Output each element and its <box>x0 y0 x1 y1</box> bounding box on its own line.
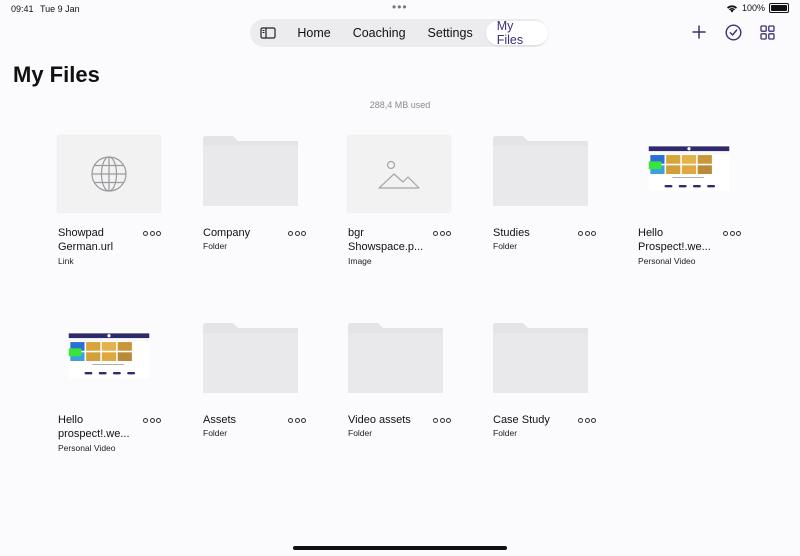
storage-usage: 288,4 MB used <box>369 100 431 110</box>
more-options-button[interactable] <box>143 229 161 237</box>
file-kind: Folder <box>348 428 373 438</box>
toolbar-actions <box>690 23 776 41</box>
home-indicator[interactable] <box>293 546 507 550</box>
status-time: 09:41 <box>11 4 34 14</box>
more-options-button[interactable] <box>433 416 451 424</box>
image-placeholder-icon <box>378 160 420 189</box>
file-name: Hello prospect!.we... <box>58 414 130 440</box>
page-title: My Files <box>13 62 100 87</box>
file-tile[interactable]: Hello Prospect!.we... Personal Video <box>628 130 753 280</box>
folder-icon <box>493 136 588 206</box>
status-right: 100% <box>726 3 789 13</box>
more-options-button[interactable] <box>288 229 306 237</box>
file-tile[interactable]: Studies Folder <box>483 130 608 280</box>
battery-icon <box>769 3 789 13</box>
file-name: Company <box>203 227 251 239</box>
file-tile[interactable]: Company Folder <box>193 130 318 280</box>
file-kind: Personal Video <box>638 256 696 266</box>
folder-icon <box>493 323 588 393</box>
status-date: Tue 9 Jan <box>40 4 80 14</box>
select-button[interactable] <box>724 23 742 41</box>
grid-view-button[interactable] <box>758 23 776 41</box>
file-kind: Personal Video <box>58 443 116 453</box>
more-options-button[interactable] <box>723 229 741 237</box>
file-tile[interactable]: Assets Folder <box>193 317 318 467</box>
file-kind: Folder <box>203 241 228 251</box>
file-tile[interactable]: Case Study Folder <box>483 317 608 467</box>
folder-icon <box>203 136 298 206</box>
file-kind: Folder <box>493 241 518 251</box>
file-kind: Link <box>58 256 74 266</box>
file-tile[interactable]: Hello prospect!.we... Personal Video <box>48 317 173 467</box>
folder-icon <box>203 323 298 393</box>
tab-home[interactable]: Home <box>286 21 341 45</box>
grid-icon <box>759 24 775 40</box>
file-name: Hello Prospect!.we... <box>638 227 711 253</box>
sidebar-toggle-button[interactable] <box>250 21 286 45</box>
file-name: Studies <box>493 227 530 239</box>
more-options-button[interactable] <box>143 416 161 424</box>
tab-coaching[interactable]: Coaching <box>342 21 417 45</box>
file-kind: Folder <box>493 428 518 438</box>
file-tile[interactable]: Video assets Folder <box>338 317 463 467</box>
checkmark-circle-icon <box>724 23 742 41</box>
file-name: bgr Showspace.p... <box>348 227 424 253</box>
battery-percent: 100% <box>741 3 765 13</box>
more-options-button[interactable] <box>578 229 596 237</box>
file-thumbnail <box>58 136 160 212</box>
add-button[interactable] <box>690 23 708 41</box>
multitasking-dots-icon[interactable]: ••• <box>392 0 408 14</box>
video-thumbnail <box>68 331 150 379</box>
file-thumbnail <box>348 136 450 212</box>
top-tab-bar: Home Coaching Settings My Files <box>250 19 548 47</box>
sidebar-icon <box>260 27 276 39</box>
file-tile[interactable]: bgr Showspace.p... Image <box>338 130 463 280</box>
file-name: Video assets <box>348 414 411 426</box>
file-kind: Folder <box>203 428 228 438</box>
more-options-button[interactable] <box>288 416 306 424</box>
folder-icon <box>348 323 443 393</box>
globe-icon <box>91 156 127 192</box>
status-bar: 09:41 Tue 9 Jan ••• 100% <box>0 0 800 18</box>
more-options-button[interactable] <box>578 416 596 424</box>
file-tile[interactable]: Showpad German.url Link <box>48 130 173 280</box>
plus-icon <box>692 25 706 39</box>
tab-my-files[interactable]: My Files <box>485 19 548 47</box>
file-name: Showpad German.url <box>58 227 114 253</box>
more-options-button[interactable] <box>433 229 451 237</box>
file-name: Case Study <box>493 414 550 426</box>
video-thumbnail <box>648 144 730 192</box>
file-name: Assets <box>203 414 237 426</box>
wifi-icon <box>726 4 737 12</box>
tab-settings[interactable]: Settings <box>417 21 484 45</box>
file-kind: Image <box>348 256 372 266</box>
